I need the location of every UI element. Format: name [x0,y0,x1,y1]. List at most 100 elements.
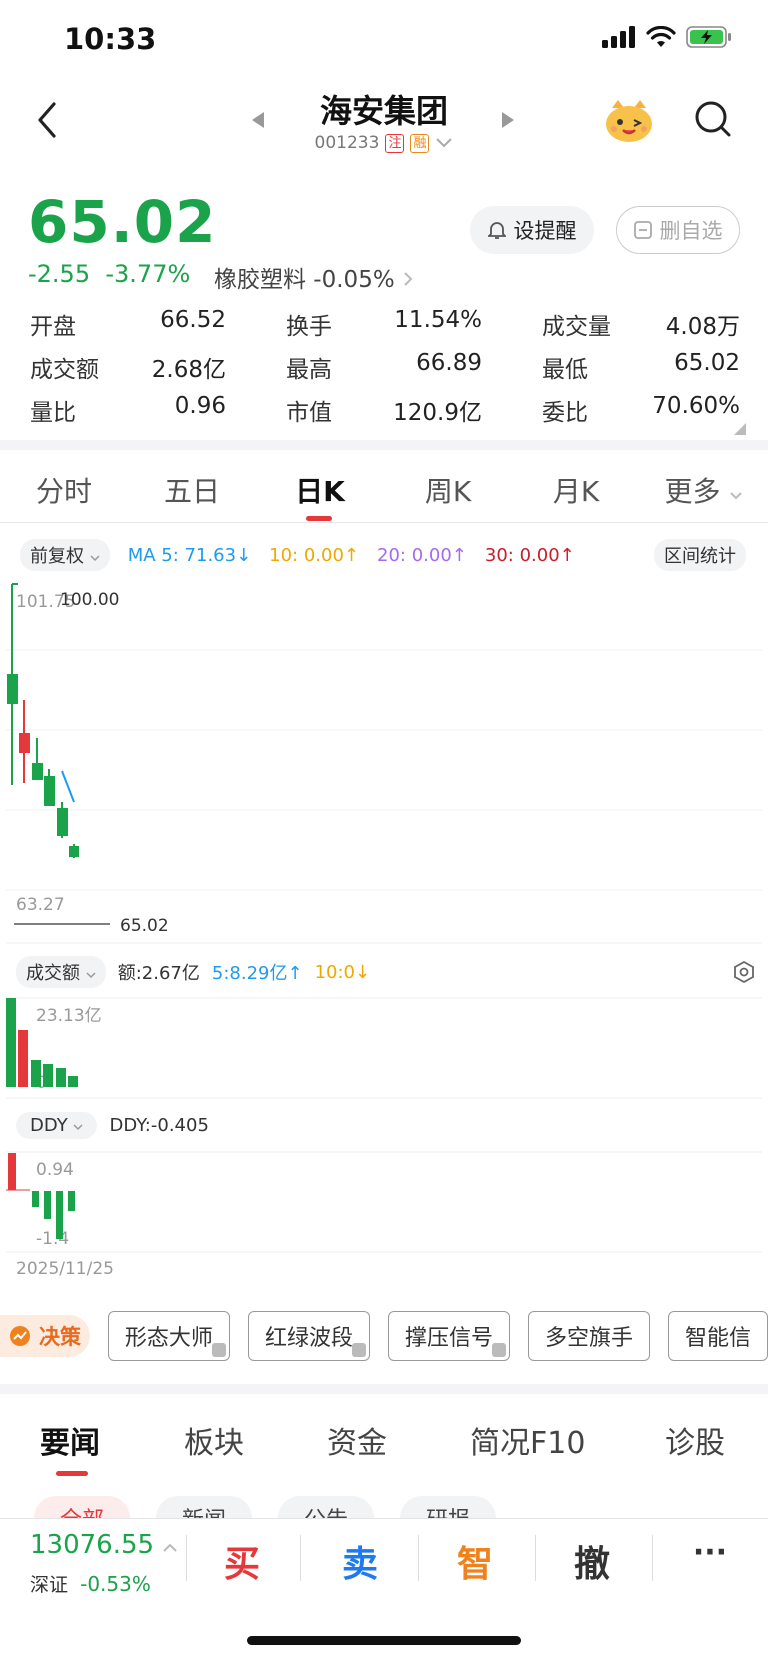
minus-box-icon [633,221,652,239]
stat-value: 120.9亿 [393,399,482,426]
volume-max-label: 23.13亿 [36,1006,102,1026]
volume-bar [18,1030,28,1087]
search-button[interactable] [694,100,732,142]
sub-charts[interactable]: 23.13亿 0 0.94 -1.4 2025/11/25 [0,990,768,1290]
ddy-selector[interactable]: DDY [16,1112,98,1139]
volume-selector[interactable]: 成交额 [16,956,106,988]
stat-value: 2.68亿 [151,356,226,383]
stat-label: 委比 [542,399,588,426]
subtab-news[interactable]: 新闻 [156,1496,253,1518]
stat-cell: 成交量 4.08万 [542,307,740,341]
tab-headlines[interactable]: 要闻 [40,1418,100,1462]
stat-label: 成交额 [30,356,99,383]
adjust-label: 前复权 [30,546,84,567]
expand-corner-icon[interactable] [734,423,746,435]
price-change: -2.55 -3.77% [28,260,190,288]
ddy-value: DDY:-0.405 [109,1115,209,1136]
tab-more-label: 更多 [664,475,721,508]
battery-icon [686,26,731,48]
period-tabs: 分时 五日 日K 周K 月K 更多 [0,470,768,510]
news-tab-indicator [56,1471,88,1476]
candle-body [19,733,30,753]
ma-row: 前复权 MA 5: 71.63↓ 10: 0.00↑ 20: 0.00↑ 30:… [20,539,746,571]
tab-five-day[interactable]: 五日 [128,470,256,510]
tool-support-resistance[interactable]: 撑压信号 [387,1311,510,1361]
volume-bar [68,1076,78,1087]
subtab-research[interactable]: 研报 [400,1496,497,1518]
ddy-bar [56,1191,63,1239]
stat-cell: 开盘 66.52 [30,307,226,341]
stat-value: 11.54% [394,306,482,333]
chevron-down-icon [86,972,96,979]
news-subtabs: 全部 新闻 公告 研报 [34,1496,734,1518]
stats-grid[interactable]: 开盘 66.52 换手 11.54% 成交量 4.08万 成交额 2.68亿 最高 66.… [30,302,740,431]
candle-body [69,846,79,857]
mascot-icon[interactable] [604,98,654,144]
tab-fund-flow[interactable]: 资金 [327,1418,387,1462]
tab-sector[interactable]: 板块 [184,1418,244,1462]
more-button[interactable]: ··· [660,1535,760,1570]
remove-watchlist-button[interactable]: 删自选 [616,206,740,254]
ddy-bar [32,1191,39,1207]
stats-row: 开盘 66.52 换手 11.54% 成交量 4.08万 [30,302,740,345]
tool-pattern-master[interactable]: 形态大师 [107,1311,230,1361]
adjust-selector[interactable]: 前复权 [20,539,110,571]
tab-diagnose[interactable]: 诊股 [665,1418,725,1462]
tool-label: 形态大师 [124,1326,213,1351]
candle-body [32,763,43,780]
search-icon [695,101,731,137]
change-amount: -2.55 [28,260,91,288]
buy-button[interactable]: 买 [192,1535,292,1587]
ma10-value: 10: 0.00↑ [269,544,360,566]
settings-hex-icon[interactable] [732,960,756,984]
tab-more[interactable]: 更多 [640,470,768,510]
stat-label: 量比 [30,399,76,426]
ma5-value: MA 5: 71.63↓ [127,544,252,566]
chevron-down-icon [73,1124,83,1131]
set-alert-button[interactable]: 设提醒 [470,206,594,254]
ddy-selector-label: DDY [30,1115,68,1136]
status-time: 10:33 [64,22,157,56]
tab-weekly-k[interactable]: 周K [384,470,512,510]
sector-text: 橡胶塑料 -0.05% [214,267,395,293]
chevron-up-icon [163,1543,178,1552]
candle-body [44,776,55,806]
stat-cell: 委比 70.60% [542,393,740,427]
stats-row: 量比 0.96 市值 120.9亿 委比 70.60% [30,388,740,431]
cancel-order-button[interactable]: 撤 [542,1535,642,1587]
stat-value: 66.52 [160,306,226,333]
volume-selector-label: 成交额 [26,963,80,984]
volume-bar [31,1060,41,1087]
subtab-announcement[interactable]: 公告 [278,1496,375,1518]
tab-monthly-k[interactable]: 月K [512,470,640,510]
stat-cell: 换手 11.54% [286,307,482,341]
subtab-all[interactable]: 全部 [34,1496,131,1518]
ddy-bar [44,1191,51,1219]
index-value[interactable]: 13076.55 [30,1530,178,1560]
tool-bull-bear-flag[interactable]: 多空旗手 [527,1311,650,1361]
stat-value: 66.89 [416,349,482,376]
stat-value: 65.02 [674,349,740,376]
ddy-bar [68,1191,75,1211]
chevron-down-icon [436,138,453,148]
range-stats-button[interactable]: 区间统计 [654,539,746,571]
stock-code: 001233 [314,133,380,153]
smart-button[interactable]: 智 [425,1535,525,1587]
tab-intraday[interactable]: 分时 [0,470,128,510]
volume-bar [43,1064,53,1087]
sell-button[interactable]: 卖 [310,1535,410,1587]
wifi-icon [646,26,676,47]
sector-link[interactable]: 橡胶塑料 -0.05% [214,260,414,294]
ma30-value: 30: 0.00↑ [484,544,575,566]
volume-header: 成交额 额:2.67亿 5:8.29亿↑ 10:0↓ [16,956,756,988]
decide-button[interactable]: 决策 [0,1315,90,1357]
set-alert-label: 设提醒 [513,219,577,243]
candle-body [57,808,68,836]
tool-red-green-band[interactable]: 红绿波段 [247,1311,370,1361]
kline-grid [6,649,762,891]
stat-label: 最高 [286,356,332,383]
stat-label: 换手 [286,313,332,340]
tab-daily-k[interactable]: 日K [256,470,384,510]
tab-f10[interactable]: 简况F10 [470,1418,585,1462]
tool-smart[interactable]: 智能信 [667,1311,768,1361]
